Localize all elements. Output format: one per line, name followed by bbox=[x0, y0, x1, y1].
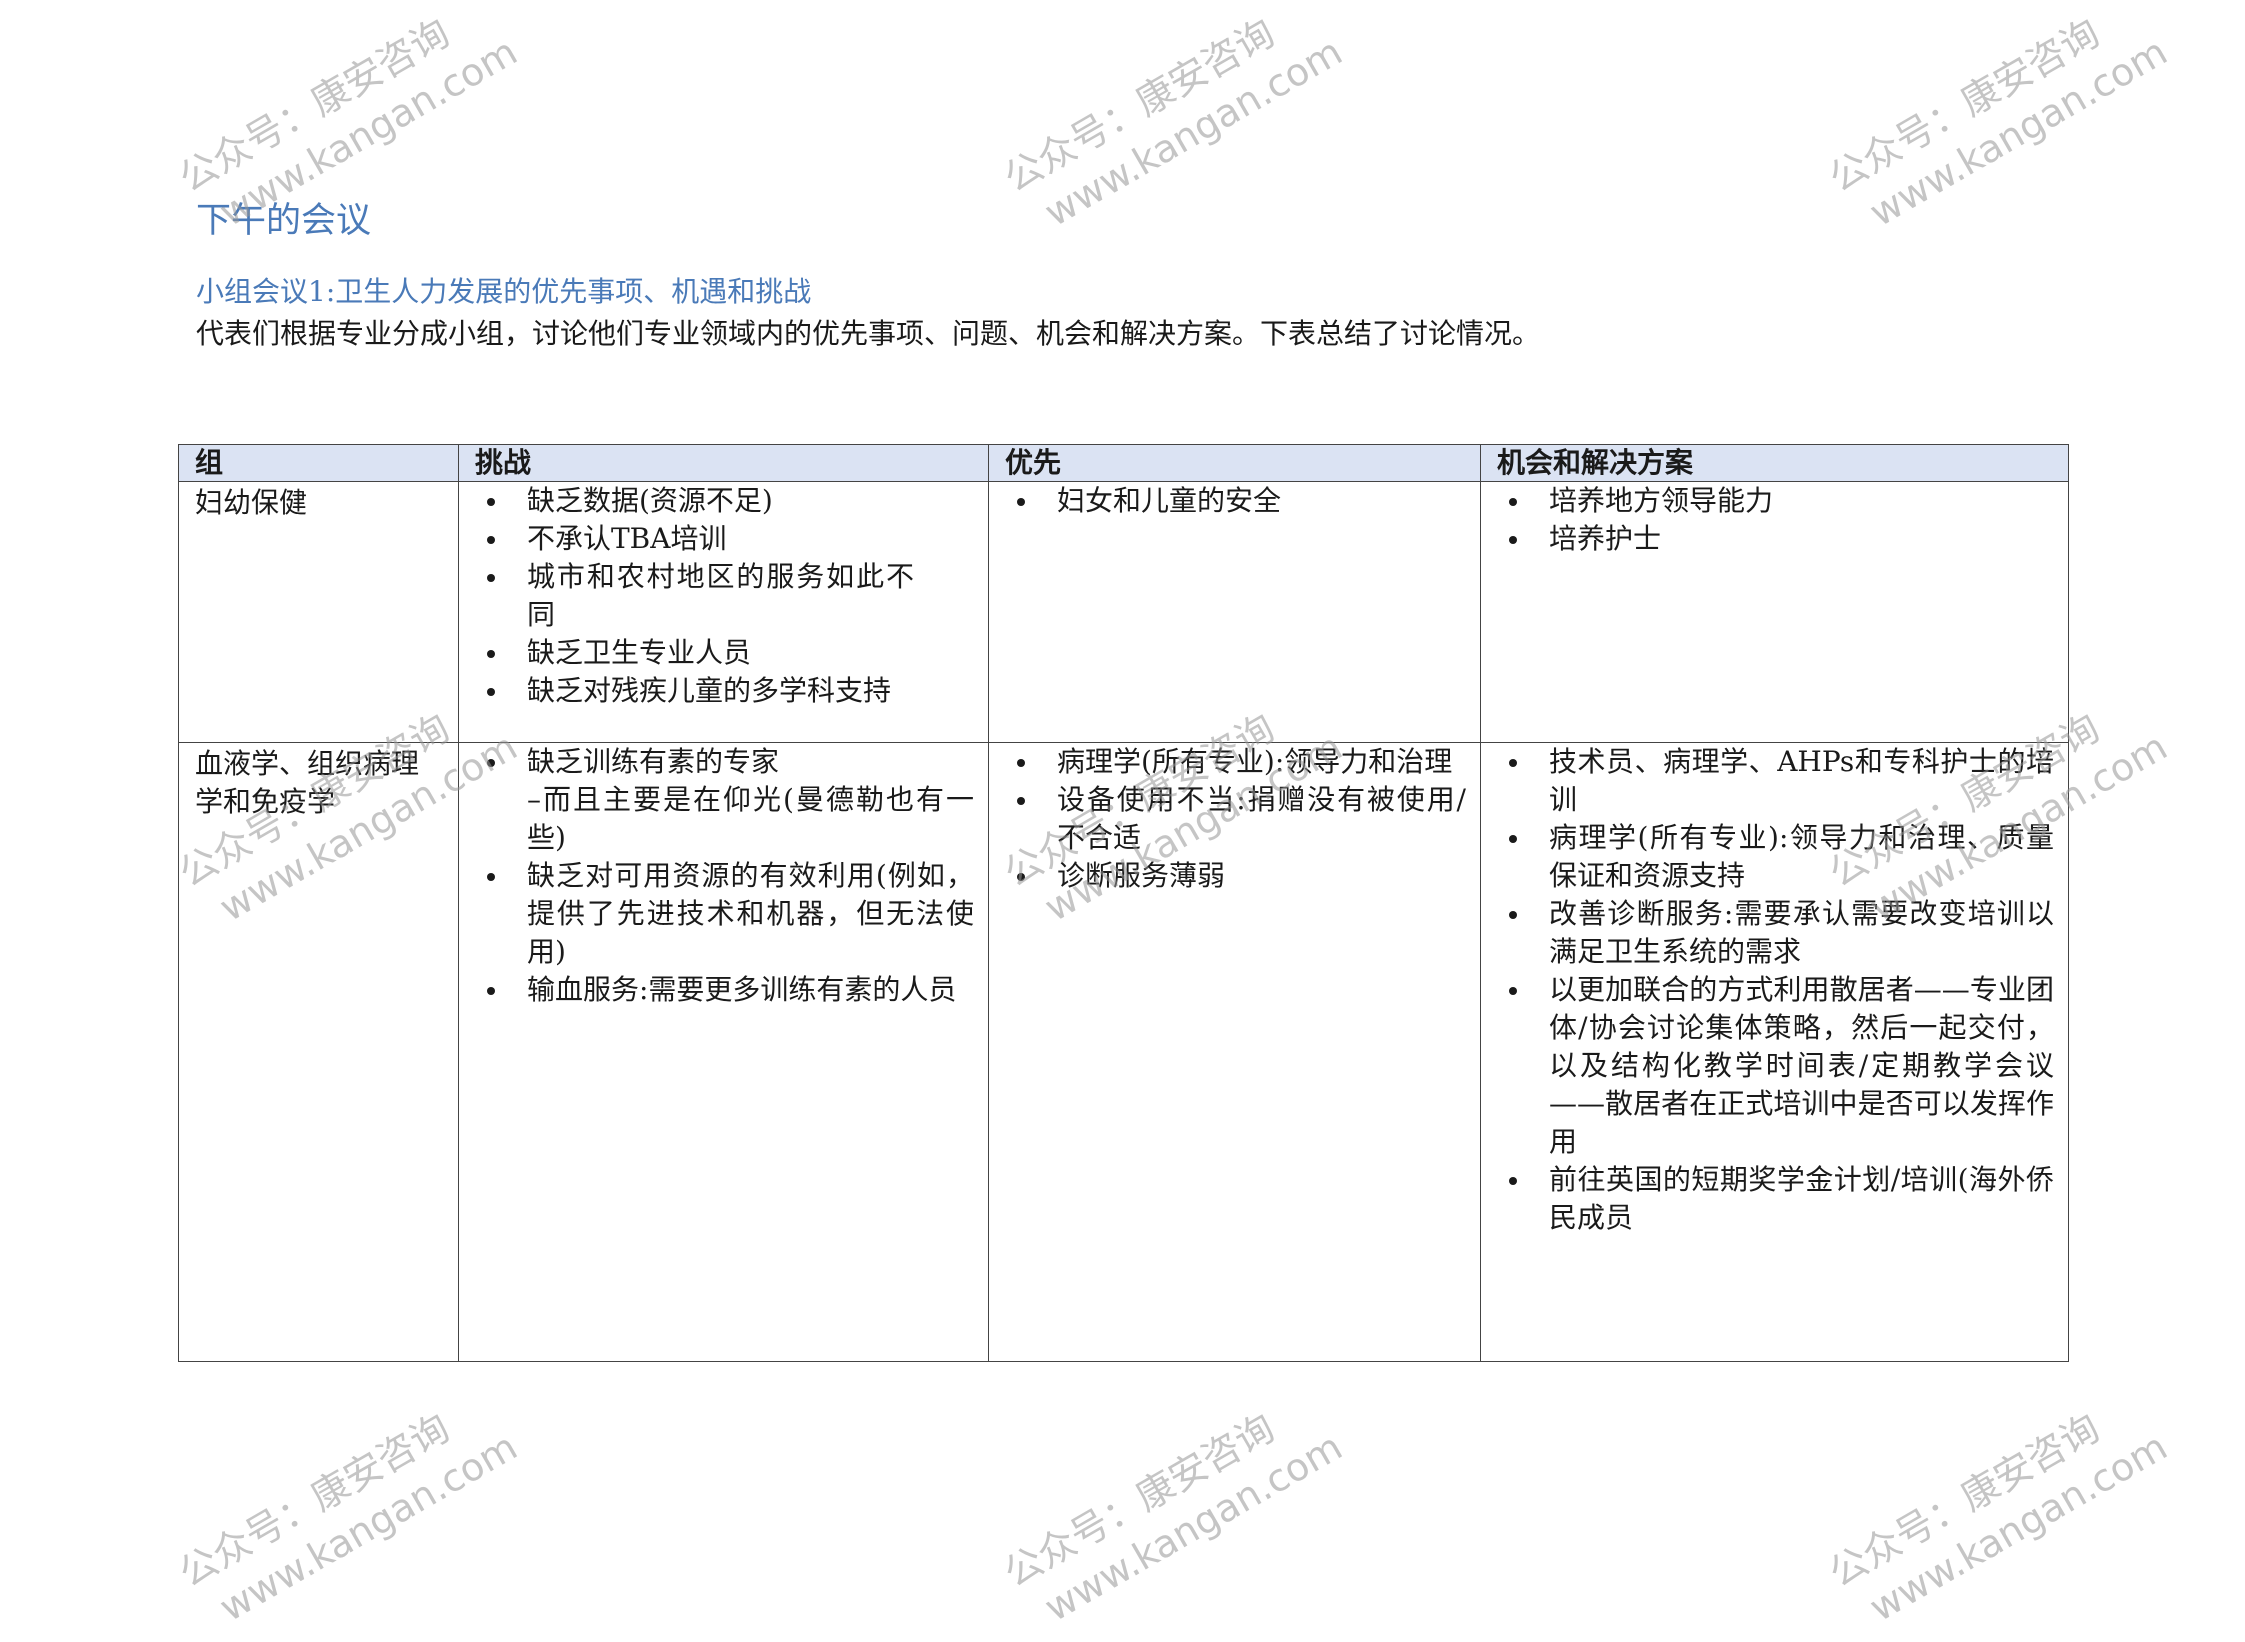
watermark-line: www.kangan.com bbox=[1037, 1424, 1350, 1631]
section-heading: 小组会议1:卫生人力发展的优先事项、机遇和挑战 bbox=[196, 275, 812, 308]
watermark-line: 公众号：康安咨询 bbox=[1821, 10, 2107, 201]
group-cell: 妇幼保健 bbox=[178, 481, 459, 743]
list-item: 缺乏对可用资源的有效利用(例如，提供了先进技术和机器，但无法使用) bbox=[487, 857, 974, 971]
watermark-line: 公众号：康安咨询 bbox=[1821, 1405, 2107, 1596]
summary-table: 组 挑战 优先 机会和解决方案 妇幼保健 缺乏数据(资源不足) 不承认TBA培训… bbox=[178, 444, 2069, 1362]
list-item: 缺乏数据(资源不足) bbox=[487, 482, 974, 520]
opportunities-list: 技术员、病理学、AHPs和专科护士的培训 病理学(所有专业):领导力和治理、质量… bbox=[1497, 743, 2054, 1237]
table-header-row: 组 挑战 优先 机会和解决方案 bbox=[178, 444, 2069, 482]
watermark: 公众号：康安咨询 www.kangan.com bbox=[1820, 0, 2176, 247]
list-item: 妇女和儿童的安全 bbox=[1017, 482, 1466, 520]
list-item: 缺乏卫生专业人员 bbox=[487, 634, 974, 672]
list-item: 缺乏训练有素的专家 bbox=[487, 743, 974, 781]
watermark-line: www.kangan.com bbox=[1862, 29, 2175, 236]
list-item: 诊断服务薄弱 bbox=[1017, 857, 1466, 895]
group-name: 妇幼保健 bbox=[195, 486, 308, 519]
list-item: 病理学(所有专业):领导力和治理 bbox=[1017, 743, 1466, 781]
watermark-line: www.kangan.com bbox=[212, 1424, 525, 1631]
watermark-line: 公众号：康安咨询 bbox=[171, 10, 457, 201]
list-item: 城市和农村地区的服务如此不同 bbox=[487, 558, 974, 634]
header-opportunities: 机会和解决方案 bbox=[1480, 444, 2069, 482]
list-item: 培养护士 bbox=[1509, 520, 2054, 558]
table-row: 妇幼保健 缺乏数据(资源不足) 不承认TBA培训 城市和农村地区的服务如此不同 … bbox=[178, 481, 2069, 743]
table-row: 血液学、组织病理学和免疫学 缺乏训练有素的专家 –而且主要是在仰光(曼德勒也有一… bbox=[178, 742, 2069, 1362]
watermark: 公众号：康安咨询 www.kangan.com bbox=[995, 0, 1351, 247]
watermark-line: 公众号：康安咨询 bbox=[171, 1405, 457, 1596]
challenges-list: 缺乏训练有素的专家 –而且主要是在仰光(曼德勒也有一些) 缺乏对可用资源的有效利… bbox=[475, 743, 974, 1009]
list-item: 输血服务:需要更多训练有素的人员 bbox=[487, 971, 974, 1009]
priorities-list: 病理学(所有专业):领导力和治理 设备使用不当:捐赠没有被使用/不合适 诊断服务… bbox=[1005, 743, 1466, 895]
header-priorities: 优先 bbox=[988, 444, 1481, 482]
challenges-cell: 缺乏数据(资源不足) 不承认TBA培训 城市和农村地区的服务如此不同 缺乏卫生专… bbox=[458, 481, 989, 743]
challenges-cell: 缺乏训练有素的专家 –而且主要是在仰光(曼德勒也有一些) 缺乏对可用资源的有效利… bbox=[458, 742, 989, 1362]
opportunities-cell: 技术员、病理学、AHPs和专科护士的培训 病理学(所有专业):领导力和治理、质量… bbox=[1480, 742, 2069, 1362]
list-item: 不承认TBA培训 bbox=[487, 520, 974, 558]
watermark-line: www.kangan.com bbox=[1862, 1424, 2175, 1631]
priorities-cell: 病理学(所有专业):领导力和治理 设备使用不当:捐赠没有被使用/不合适 诊断服务… bbox=[988, 742, 1481, 1362]
list-item: 病理学(所有专业):领导力和治理、质量保证和资源支持 bbox=[1509, 819, 2054, 895]
group-name: 血液学、组织病理学和免疫学 bbox=[195, 747, 420, 818]
opportunities-cell: 培养地方领导能力 培养护士 bbox=[1480, 481, 2069, 743]
watermark-line: 公众号：康安咨询 bbox=[996, 10, 1282, 201]
page-title: 下午的会议 bbox=[196, 201, 372, 241]
list-item: 以更加联合的方式利用散居者——专业团体/协会讨论集体策略，然后一起交付，以及结构… bbox=[1509, 971, 2054, 1161]
list-item: 缺乏对残疾儿童的多学科支持 bbox=[487, 672, 974, 710]
priorities-list: 妇女和儿童的安全 bbox=[1005, 482, 1466, 520]
header-challenges: 挑战 bbox=[458, 444, 989, 482]
watermark-line: www.kangan.com bbox=[1037, 29, 1350, 236]
document-page: 下午的会议 小组会议1:卫生人力发展的优先事项、机遇和挑战 代表们根据专业分成小… bbox=[0, 0, 2245, 1630]
list-item-continuation: –而且主要是在仰光(曼德勒也有一些) bbox=[527, 783, 974, 854]
challenges-list: 缺乏数据(资源不足) 不承认TBA培训 城市和农村地区的服务如此不同 缺乏卫生专… bbox=[475, 482, 974, 710]
list-item: 培养地方领导能力 bbox=[1509, 482, 2054, 520]
intro-paragraph: 代表们根据专业分成小组，讨论他们专业领域内的优先事项、问题、机会和解决方案。下表… bbox=[196, 317, 1541, 350]
priorities-cell: 妇女和儿童的安全 bbox=[988, 481, 1481, 743]
header-group: 组 bbox=[178, 444, 459, 482]
list-item: 技术员、病理学、AHPs和专科护士的培训 bbox=[1509, 743, 2054, 819]
group-cell: 血液学、组织病理学和免疫学 bbox=[178, 742, 459, 1362]
list-item: 前往英国的短期奖学金计划/培训(海外侨民成员 bbox=[1509, 1161, 2054, 1237]
watermark-line: 公众号：康安咨询 bbox=[996, 1405, 1282, 1596]
opportunities-list: 培养地方领导能力 培养护士 bbox=[1497, 482, 2054, 558]
list-item: 改善诊断服务:需要承认需要改变培训以满足卫生系统的需求 bbox=[1509, 895, 2054, 971]
watermark: 公众号：康安咨询 www.kangan.com bbox=[1820, 1378, 2176, 1641]
watermark: 公众号：康安咨询 www.kangan.com bbox=[995, 1378, 1351, 1641]
watermark: 公众号：康安咨询 www.kangan.com bbox=[170, 1378, 526, 1641]
list-item: 设备使用不当:捐赠没有被使用/不合适 bbox=[1017, 781, 1466, 857]
